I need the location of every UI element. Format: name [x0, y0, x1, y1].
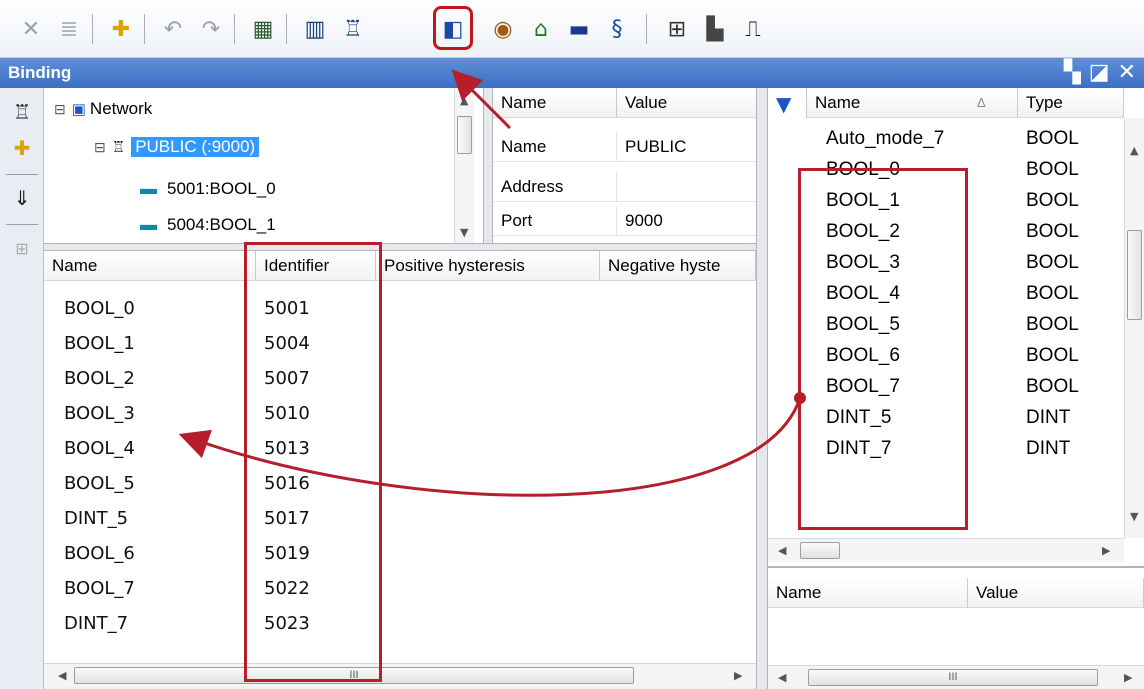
variable-list-vertical-scrollbar[interactable]: ▲ ▼ [1124, 118, 1144, 538]
network-icon[interactable]: ♖ [8, 98, 36, 126]
expand-icon[interactable]: ⊞ [8, 234, 36, 262]
column-header-name[interactable]: Name Δ [806, 88, 1018, 118]
delete-icon[interactable]: ✕ [14, 12, 48, 46]
tree-vertical-scrollbar[interactable]: ▲ ▼ [454, 88, 474, 243]
property-value[interactable]: 9000 [617, 206, 757, 236]
horizontal-splitter[interactable] [44, 243, 756, 251]
property-name: Name [493, 132, 617, 162]
variable-type: BOOL [1026, 376, 1079, 397]
table-icon[interactable]: ▥ [298, 12, 332, 46]
property-value[interactable] [617, 172, 757, 202]
collapse-icon[interactable]: ⊟ [54, 101, 66, 118]
variable-icon: ▬ [140, 215, 157, 234]
column-header-name[interactable]: Name [44, 251, 256, 281]
binding-name[interactable]: BOOL_2 [64, 361, 135, 396]
binding-name[interactable]: BOOL_5 [64, 466, 135, 501]
side-toolbar: ♖ ✚ ⇓ ⊞ [0, 88, 44, 689]
dock-icon[interactable]: ◪ [1089, 58, 1110, 88]
column-header-name[interactable]: Name [768, 578, 968, 608]
column-header-type[interactable]: Type [1018, 88, 1124, 118]
toolbar: ✕ ≣ ✚ ↶ ↷ ▦ ▥ ♖ ◧ ◉ ⌂ ▬ § ⊞ ▙ ⎍ [0, 0, 1144, 58]
tree-node-network[interactable]: ⊟ ▣ Network [54, 94, 152, 124]
right-splitter[interactable] [756, 88, 768, 689]
property-grid: Name Value Name PUBLIC Address Port 9000 [492, 88, 757, 243]
column-header-positive-hysteresis[interactable]: Positive hysteresis [376, 251, 600, 281]
clapper-icon[interactable]: ▙ [698, 12, 732, 46]
filter-icon[interactable]: ▼ [776, 92, 791, 116]
binding-list-horizontal-scrollbar[interactable]: ◀ III ▶ [44, 663, 756, 687]
variable-type: BOOL [1026, 283, 1079, 304]
app-window: ✕ ≣ ✚ ↶ ↷ ▦ ▥ ♖ ◧ ◉ ⌂ ▬ § ⊞ ▙ ⎍ Binding … [0, 0, 1144, 689]
network-icon[interactable]: ♖ [336, 12, 370, 46]
redo-icon[interactable]: ↷ [194, 12, 228, 46]
binding-name[interactable]: BOOL_0 [64, 291, 135, 326]
tree-node-label: PUBLIC (:9000) [131, 137, 260, 157]
binding-name[interactable]: DINT_7 [64, 606, 128, 641]
property-name: Port [493, 206, 617, 236]
variable-type: BOOL [1026, 252, 1079, 273]
value-grid: Name Value ◀ III ▶ [768, 566, 1144, 689]
variable-name[interactable]: Auto_mode_7 [826, 124, 944, 153]
column-header-value[interactable]: Value [617, 88, 757, 118]
property-name: Address [493, 172, 617, 202]
scroll-thumb[interactable] [800, 542, 840, 559]
close-icon[interactable]: ✕ [1118, 58, 1136, 88]
binding-name[interactable]: BOOL_4 [64, 431, 135, 466]
variable-type: BOOL [1026, 221, 1079, 242]
variable-type: BOOL [1026, 345, 1079, 366]
variable-highlight-box [798, 168, 968, 530]
resource-icon[interactable]: ◉ [486, 12, 520, 46]
panel-title-bar: Binding ▚ ◪ ✕ [0, 58, 1144, 88]
add-binding-icon[interactable]: ✚ [104, 12, 138, 46]
identifier-highlight-box [244, 242, 382, 682]
column-header-value[interactable]: Value [968, 578, 1144, 608]
vertical-splitter[interactable] [484, 88, 492, 243]
binding-name[interactable]: BOOL_1 [64, 326, 135, 361]
symbol-icon[interactable]: § [600, 12, 634, 46]
home-icon[interactable]: ⌂ [524, 12, 558, 46]
variable-type: DINT [1026, 438, 1071, 459]
tree-node-item[interactable]: ▬ 5004:BOOL_1 [140, 210, 276, 240]
network-tree: ⊟ ▣ Network ⊟ ♖ PUBLIC (:9000) ▬ 5001:BO… [44, 88, 484, 243]
binding-name[interactable]: DINT_5 [64, 501, 128, 536]
sort-ascending-icon: Δ [977, 95, 986, 110]
grid-variables-icon[interactable]: ▦ [246, 12, 280, 46]
tree-node-public[interactable]: ⊟ ♖ PUBLIC (:9000) [94, 132, 260, 162]
variable-icon: ▬ [140, 179, 157, 198]
tree-node-item[interactable]: ▬ 5001:BOOL_0 [140, 174, 276, 204]
variable-list-horizontal-scrollbar[interactable]: ◀ ▶ [768, 538, 1124, 562]
binding-list: Name Identifier Positive hysteresis Nega… [44, 251, 756, 663]
value-grid-horizontal-scrollbar[interactable]: ◀ III ▶ [768, 665, 1144, 689]
column-header-negative-hysteresis[interactable]: Negative hyste [600, 251, 756, 281]
variable-type: BOOL [1026, 128, 1079, 149]
collapse-icon[interactable]: ⊟ [94, 139, 106, 156]
undo-icon[interactable]: ↶ [156, 12, 190, 46]
binding-name[interactable]: BOOL_6 [64, 536, 135, 571]
binding-name[interactable]: BOOL_7 [64, 571, 135, 606]
variable-type: BOOL [1026, 190, 1079, 211]
variable-type: DINT [1026, 407, 1071, 428]
property-value[interactable]: PUBLIC [617, 132, 757, 162]
variable-type: BOOL [1026, 159, 1079, 180]
binding-button-highlight [433, 6, 473, 50]
list-edit-icon[interactable]: ≣ [52, 12, 86, 46]
add-binding-icon[interactable]: ✚ [8, 134, 36, 162]
binding-name[interactable]: BOOL_3 [64, 396, 135, 431]
split-view-icon[interactable]: ▚ [1064, 58, 1081, 88]
scroll-thumb[interactable]: III [808, 669, 1098, 686]
insert-row-icon[interactable]: ⇓ [8, 184, 36, 212]
network-icon: ▣ [71, 101, 86, 118]
signal-icon[interactable]: ⎍ [736, 12, 770, 46]
panel-title: Binding [8, 63, 72, 82]
network-group-icon: ♖ [111, 139, 126, 156]
variable-type: BOOL [1026, 314, 1079, 335]
column-header-name[interactable]: Name [493, 88, 617, 118]
window-layout-icon[interactable]: ⊞ [660, 12, 694, 46]
card-icon[interactable]: ▬ [562, 12, 596, 46]
